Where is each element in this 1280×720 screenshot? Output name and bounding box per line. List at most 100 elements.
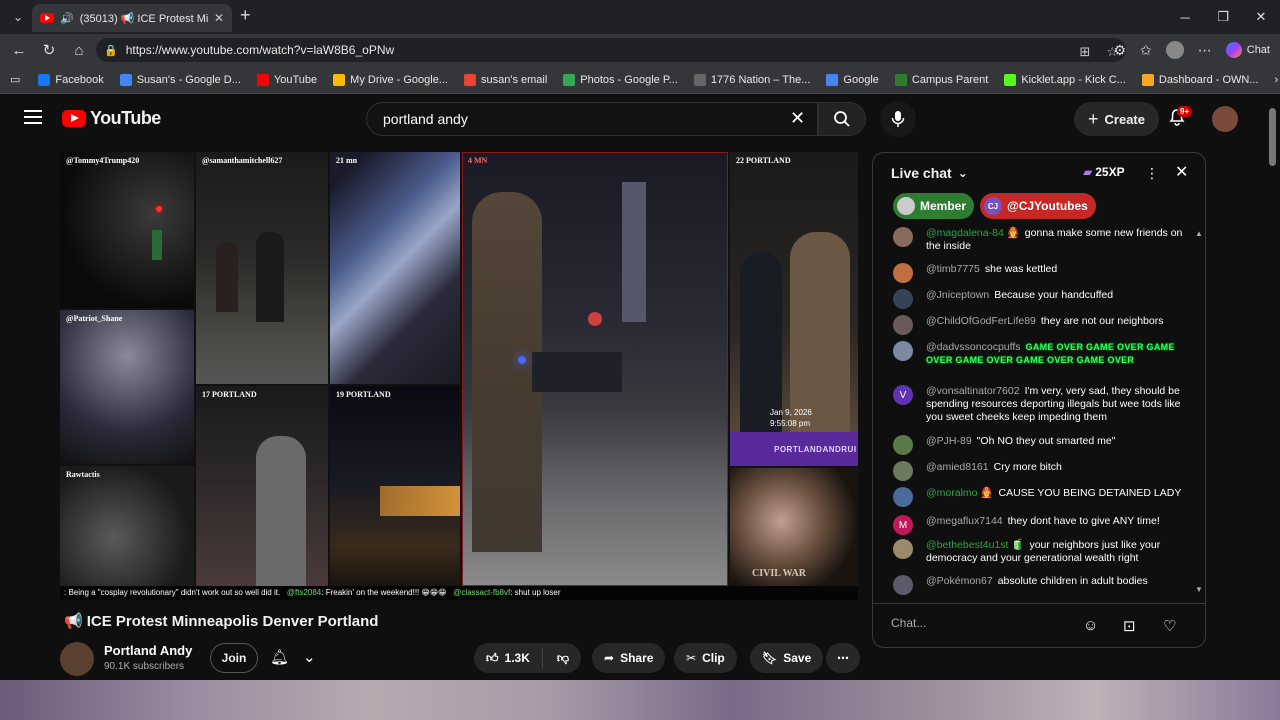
chat-author-avatar[interactable] <box>893 263 913 283</box>
extensions-icon[interactable]: ⚙ <box>1113 42 1126 59</box>
chat-message[interactable]: @dadvssoncocpuffs GAME OVER GAME OVER GAM… <box>893 341 1183 367</box>
more-icon[interactable]: ⋯ <box>1198 42 1212 59</box>
chat-author-avatar[interactable] <box>893 315 913 335</box>
bookmark-item[interactable]: susan's email <box>456 73 555 86</box>
reading-list-icon[interactable]: ▭ <box>0 73 30 86</box>
apps-icon[interactable]: ⊞ <box>1079 44 1090 60</box>
scrollbar-thumb[interactable] <box>1269 108 1276 166</box>
clip-button[interactable]: ✂ Clip <box>674 643 737 673</box>
chat-author-avatar[interactable]: M <box>893 515 913 535</box>
bookmark-item[interactable]: 1776 Nation – The... <box>686 73 818 86</box>
search-input[interactable]: portland andy <box>366 102 818 136</box>
video-player[interactable]: @Tommy4Trump420 @samanthamitchell627 21 … <box>60 152 858 600</box>
chat-author[interactable]: @magdalena-84 🧑‍🚒 <box>926 227 1020 239</box>
chat-author-avatar[interactable] <box>893 487 913 507</box>
refresh-icon[interactable]: ↻ <box>34 41 64 59</box>
chat-author-avatar[interactable]: V <box>893 385 913 405</box>
site-info-icon[interactable]: 🔒 <box>104 44 118 57</box>
chat-author[interactable]: @timb7775 <box>926 263 980 275</box>
chat-author[interactable]: @vonsaltinator7602 <box>926 385 1020 397</box>
bookmark-item[interactable]: Campus Parent <box>887 73 996 86</box>
browser-tab[interactable]: 🔊 (35013) 📢 ICE Protest Minneap ✕ <box>32 4 232 32</box>
subscription-notifications[interactable]: 🔔︎ ⌄ <box>270 648 316 666</box>
page-scrollbar[interactable] <box>1266 94 1280 680</box>
chat-author[interactable]: @Jniceptown <box>926 289 989 301</box>
speaker-icon[interactable]: 🔊 <box>60 12 74 25</box>
chat-author[interactable]: @bethebest4u1st 🧃 <box>926 539 1024 551</box>
chat-author-avatar[interactable] <box>893 435 913 455</box>
chat-message[interactable]: @Jniceptown Because your handcuffed <box>893 289 1183 309</box>
chat-author-avatar[interactable] <box>893 227 913 247</box>
bookmark-item[interactable]: Kicklet.app - Kick C... <box>996 73 1134 86</box>
chat-message[interactable]: @timb7775 she was kettled <box>893 263 1183 283</box>
emoji-icon[interactable]: ☺ <box>1083 617 1098 634</box>
share-button[interactable]: ➦ Share <box>592 643 666 673</box>
live-chat-mode-selector[interactable]: Live chat ⌄ <box>891 165 968 181</box>
chat-message[interactable]: @magdalena-84 🧑‍🚒 gonna make some new fri… <box>893 227 1183 253</box>
voice-search-button[interactable] <box>880 101 916 137</box>
youtube-logo[interactable]: YouTube <box>62 108 161 129</box>
clear-search-icon[interactable]: ✕ <box>790 108 805 129</box>
chat-message[interactable]: @PJH-89 "Oh NO they out smarted me" <box>893 435 1183 455</box>
maximize-icon[interactable]: ❐ <box>1204 0 1242 34</box>
chat-author[interactable]: @ChildOfGodFerLife89 <box>926 315 1036 327</box>
close-window-icon[interactable]: ✕ <box>1242 0 1280 34</box>
member-chip[interactable]: Member <box>893 193 975 219</box>
home-icon[interactable]: ⌂ <box>64 42 94 59</box>
create-button[interactable]: + Create <box>1074 102 1159 136</box>
chat-author[interactable]: @amied8161 <box>926 461 989 473</box>
chat-message[interactable]: @bethebest4u1st 🧃 your neighbors just lik… <box>893 539 1183 565</box>
like-button[interactable]: 👍︎ 1.3K <box>474 648 543 668</box>
heart-icon[interactable]: ♡ <box>1163 617 1176 635</box>
chat-scroll-up-icon[interactable]: ▲ <box>1195 229 1203 238</box>
bookmark-item[interactable]: Photos - Google P... <box>555 73 686 86</box>
super-chat-icon[interactable]: ⊡ <box>1123 617 1136 635</box>
channel-name[interactable]: Portland Andy <box>104 643 192 658</box>
dislike-button[interactable]: 👎︎ <box>549 651 581 666</box>
chat-message[interactable]: @amied8161 Cry more bitch <box>893 461 1183 481</box>
chat-author[interactable]: @dadvssoncocpuffs <box>926 341 1021 353</box>
favorites-icon[interactable]: ✩ <box>1140 42 1152 59</box>
chat-message[interactable]: @ChildOfGodFerLife89 they are not our nei… <box>893 315 1183 335</box>
bookmark-item[interactable]: Facebook <box>30 73 111 86</box>
user-chip[interactable]: CJ @CJYoutubes <box>980 193 1096 219</box>
bookmark-item[interactable]: YouTube <box>249 73 325 86</box>
menu-icon[interactable] <box>24 110 42 128</box>
chat-message[interactable]: V @vonsaltinator7602 I'm very, very sad, t… <box>893 385 1183 424</box>
bookmark-item[interactable]: Dashboard - OWN... <box>1134 73 1267 86</box>
chat-message[interactable]: M @megaflux7144 they dont have to give ANY… <box>893 515 1183 535</box>
chat-close-icon[interactable]: ✕ <box>1175 162 1188 182</box>
bookmark-item[interactable]: Google <box>818 73 886 86</box>
xp-badge[interactable]: ▰ 25XP <box>1083 165 1125 179</box>
address-field[interactable]: 🔒 https://www.youtube.com/watch?v=laW8B6… <box>96 38 1126 62</box>
chat-author[interactable]: @megaflux7144 <box>926 515 1003 527</box>
channel-avatar[interactable] <box>60 642 94 676</box>
bookmarks-overflow-icon[interactable]: › <box>1267 74 1280 86</box>
tab-list-chevron-icon[interactable]: ⌄ <box>4 3 32 31</box>
bookmark-item[interactable]: My Drive - Google... <box>325 73 456 86</box>
new-tab-button[interactable]: + <box>240 5 251 26</box>
chat-author[interactable]: @moralmo 🧑‍🚒 <box>926 487 994 499</box>
chat-author-avatar[interactable] <box>893 341 913 361</box>
search-button[interactable] <box>818 102 866 136</box>
bookmark-item[interactable]: Susan's - Google D... <box>112 73 249 86</box>
back-icon[interactable]: ← <box>4 42 34 59</box>
account-avatar[interactable] <box>1212 106 1238 132</box>
minimize-icon[interactable]: ─ <box>1166 0 1204 34</box>
chat-author-avatar[interactable] <box>893 539 913 559</box>
chat-author[interactable]: @Pokémon67 <box>926 575 993 587</box>
chat-message[interactable]: @Pokémon67 absolute children in adult bod… <box>893 575 1183 595</box>
tab-close-icon[interactable]: ✕ <box>214 11 224 25</box>
save-button[interactable]: 🔖︎ Save <box>750 643 824 673</box>
chat-author-avatar[interactable] <box>893 461 913 481</box>
chat-message[interactable]: @moralmo 🧑‍🚒 CAUSE YOU BEING DETAINED LAD… <box>893 487 1183 507</box>
chat-more-icon[interactable]: ⋮ <box>1145 165 1159 182</box>
profile-avatar[interactable] <box>1165 41 1184 59</box>
more-actions-button[interactable]: ⋯ <box>826 643 860 673</box>
join-button[interactable]: Join <box>210 643 258 673</box>
chat-author-avatar[interactable] <box>893 289 913 309</box>
chat-input[interactable]: Chat... <box>891 616 1071 636</box>
copilot-chat-button[interactable]: Chat <box>1225 42 1270 58</box>
chat-author-avatar[interactable] <box>893 575 913 595</box>
chat-author[interactable]: @PJH-89 <box>926 435 972 447</box>
